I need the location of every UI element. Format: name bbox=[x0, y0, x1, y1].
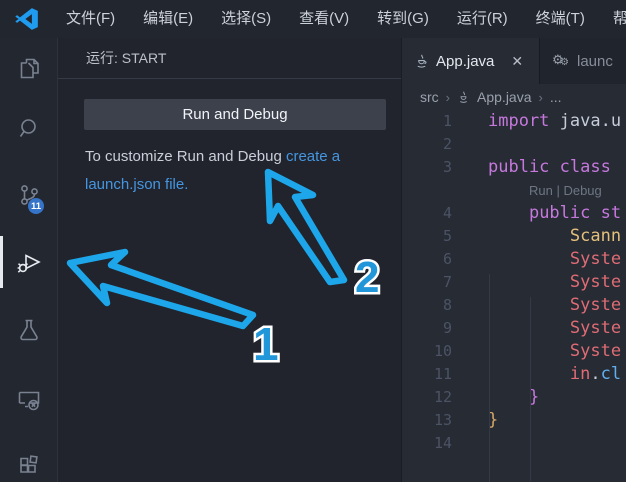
breadcrumb: src › App.java › ... bbox=[402, 84, 626, 110]
tab-launch-json[interactable]: ⚙⚙ launc bbox=[540, 38, 626, 84]
code-text: } bbox=[460, 409, 498, 432]
code-text: Syste bbox=[460, 271, 621, 294]
line-number: 12 bbox=[402, 386, 460, 409]
code-text: public st bbox=[460, 202, 621, 225]
code-line: 1import java.u bbox=[402, 110, 626, 133]
activity-bar: 11 bbox=[0, 38, 58, 482]
title-bar: 文件(F) 编辑(E) 选择(S) 查看(V) 转到(G) 运行(R) 终端(T… bbox=[0, 0, 626, 38]
hint-prefix: To customize Run and Debug bbox=[85, 148, 286, 165]
menu-run[interactable]: 运行(R) bbox=[443, 0, 522, 38]
line-number: 10 bbox=[402, 340, 460, 363]
run-debug-sidebar: 运行: START Run and Debug To customize Run… bbox=[58, 38, 402, 482]
java-icon bbox=[414, 54, 429, 69]
tab-app-java[interactable]: App.java ✕ bbox=[402, 38, 540, 84]
line-number: 5 bbox=[402, 225, 460, 248]
indent-guide bbox=[489, 274, 490, 482]
chevron-right-icon: › bbox=[539, 90, 543, 105]
code-line: 13} bbox=[402, 409, 626, 432]
gear-icon: ⚙⚙ bbox=[552, 52, 570, 70]
line-number: 3 bbox=[402, 156, 460, 179]
tab-label: launc bbox=[577, 53, 613, 70]
testing-icon[interactable] bbox=[16, 317, 42, 343]
code-text: import java.u bbox=[460, 110, 621, 133]
code-line: 6 Syste bbox=[402, 248, 626, 271]
code-text: public class bbox=[460, 156, 621, 179]
menu-selection[interactable]: 选择(S) bbox=[207, 0, 285, 38]
code-text: Scann bbox=[460, 225, 621, 248]
breadcrumb-item-file[interactable]: App.java bbox=[477, 89, 531, 105]
line-number: 1 bbox=[402, 110, 460, 133]
search-icon[interactable] bbox=[16, 115, 42, 141]
code-text: in.cl bbox=[460, 363, 621, 386]
menu-go[interactable]: 转到(G) bbox=[363, 0, 443, 38]
menu-view[interactable]: 查看(V) bbox=[285, 0, 363, 38]
explorer-icon[interactable] bbox=[16, 55, 42, 81]
code-line: 8 Syste bbox=[402, 294, 626, 317]
line-number: 9 bbox=[402, 317, 460, 340]
line-number: 7 bbox=[402, 271, 460, 294]
code-line: 5 Scann bbox=[402, 225, 626, 248]
line-number: 11 bbox=[402, 363, 460, 386]
editor-group: App.java ✕ ⚙⚙ launc src › App.java › ...… bbox=[402, 38, 626, 482]
breadcrumb-item-more[interactable]: ... bbox=[550, 89, 562, 105]
active-view-indicator bbox=[0, 236, 3, 288]
menu-file[interactable]: 文件(F) bbox=[52, 0, 129, 38]
code-line: 12 } bbox=[402, 386, 626, 409]
code-line: 10 Syste bbox=[402, 340, 626, 363]
remote-explorer-icon[interactable] bbox=[16, 387, 42, 413]
vscode-logo-icon bbox=[14, 6, 40, 32]
close-icon[interactable]: ✕ bbox=[511, 53, 523, 70]
indent-guide bbox=[530, 297, 531, 481]
chevron-right-icon: › bbox=[446, 90, 450, 105]
codelens-row: Run | Debug bbox=[402, 179, 626, 202]
tab-label: App.java bbox=[436, 53, 494, 70]
code-text: Syste bbox=[460, 248, 621, 271]
menu-help[interactable]: 帮助(H) bbox=[599, 0, 626, 38]
code-area[interactable]: 1import java.u23public class Run | Debug… bbox=[402, 110, 626, 482]
extensions-icon[interactable] bbox=[16, 452, 42, 478]
line-number: 8 bbox=[402, 294, 460, 317]
line-number: 2 bbox=[402, 133, 460, 156]
run-and-debug-icon[interactable] bbox=[16, 249, 42, 275]
code-line: 9 Syste bbox=[402, 317, 626, 340]
code-line: 14 bbox=[402, 432, 626, 455]
line-number bbox=[402, 179, 460, 202]
code-text bbox=[460, 133, 488, 156]
code-text: Syste bbox=[460, 317, 621, 340]
editor-tab-bar: App.java ✕ ⚙⚙ launc bbox=[402, 38, 626, 84]
line-number: 14 bbox=[402, 432, 460, 455]
breadcrumb-item-src[interactable]: src bbox=[420, 89, 439, 105]
code-line: 3public class bbox=[402, 156, 626, 179]
code-text bbox=[460, 432, 488, 455]
code-text: Syste bbox=[460, 294, 621, 317]
sidebar-title: 运行: START bbox=[58, 38, 401, 79]
source-control-badge: 11 bbox=[28, 198, 44, 214]
customize-hint-text: To customize Run and Debug create a laun… bbox=[84, 143, 386, 199]
code-line: 11 in.cl bbox=[402, 363, 626, 386]
codelens-text[interactable]: Run | Debug bbox=[460, 179, 602, 202]
line-number: 6 bbox=[402, 248, 460, 271]
code-line: 7 Syste bbox=[402, 271, 626, 294]
java-icon bbox=[457, 91, 470, 104]
line-number: 4 bbox=[402, 202, 460, 225]
run-and-debug-button[interactable]: Run and Debug bbox=[84, 99, 386, 130]
line-number: 13 bbox=[402, 409, 460, 432]
code-line: 2 bbox=[402, 133, 626, 156]
menu-edit[interactable]: 编辑(E) bbox=[129, 0, 207, 38]
menu-terminal[interactable]: 终端(T) bbox=[522, 0, 599, 38]
code-text: Syste bbox=[460, 340, 621, 363]
code-line: 4 public st bbox=[402, 202, 626, 225]
code-text: } bbox=[460, 386, 539, 409]
